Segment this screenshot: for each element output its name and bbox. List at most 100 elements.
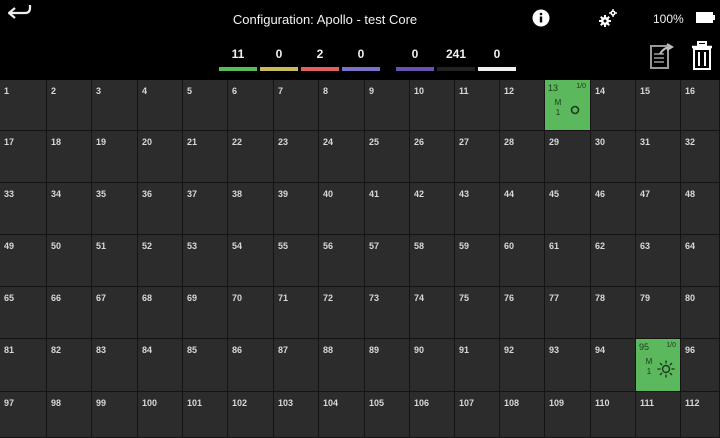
channel-cell[interactable]: 110	[591, 392, 636, 438]
channel-cell[interactable]: 80	[681, 287, 720, 339]
channel-cell[interactable]: 47	[636, 183, 681, 235]
channel-cell[interactable]: 100	[138, 392, 183, 438]
channel-cell[interactable]: 3	[92, 80, 138, 131]
channel-cell[interactable]: 59	[455, 235, 500, 287]
channel-cell[interactable]: 103	[274, 392, 319, 438]
channel-cell[interactable]: 112	[681, 392, 720, 438]
channel-cell[interactable]: 42	[410, 183, 455, 235]
channel-cell[interactable]: 18	[47, 131, 92, 183]
channel-cell[interactable]: 40	[319, 183, 365, 235]
channel-cell[interactable]: 68	[138, 287, 183, 339]
channel-cell[interactable]: 57	[365, 235, 410, 287]
channel-cell[interactable]: 60	[500, 235, 545, 287]
channel-cell[interactable]: 52	[138, 235, 183, 287]
channel-cell[interactable]: 1	[0, 80, 47, 131]
channel-cell[interactable]: 25	[365, 131, 410, 183]
channel-cell[interactable]: 19	[92, 131, 138, 183]
channel-cell[interactable]: 62	[591, 235, 636, 287]
channel-cell[interactable]: 2	[47, 80, 92, 131]
channel-cell[interactable]: 5	[183, 80, 228, 131]
channel-cell[interactable]: 96	[681, 339, 720, 392]
channel-cell[interactable]: 109	[545, 392, 591, 438]
channel-cell[interactable]: 33	[0, 183, 47, 235]
channel-cell[interactable]: 21	[183, 131, 228, 183]
channel-cell[interactable]: 76	[500, 287, 545, 339]
channel-cell[interactable]: 10	[410, 80, 455, 131]
channel-cell[interactable]: 27	[455, 131, 500, 183]
channel-cell[interactable]: 8	[319, 80, 365, 131]
channel-cell[interactable]: 23	[274, 131, 319, 183]
channel-cell[interactable]: 85	[183, 339, 228, 392]
channel-cell[interactable]: 71	[274, 287, 319, 339]
channel-cell[interactable]: 28	[500, 131, 545, 183]
channel-cell[interactable]: 26	[410, 131, 455, 183]
channel-cell[interactable]: 78	[591, 287, 636, 339]
channel-cell[interactable]: 105	[365, 392, 410, 438]
channel-cell[interactable]: 39	[274, 183, 319, 235]
channel-cell[interactable]: 93	[545, 339, 591, 392]
channel-cell[interactable]: 22	[228, 131, 274, 183]
channel-cell[interactable]: 31	[636, 131, 681, 183]
channel-cell[interactable]: 84	[138, 339, 183, 392]
channel-cell[interactable]: 13 1/0 M 1	[545, 80, 591, 131]
channel-cell[interactable]: 24	[319, 131, 365, 183]
channel-cell[interactable]: 9	[365, 80, 410, 131]
channel-cell[interactable]: 107	[455, 392, 500, 438]
channel-cell[interactable]: 104	[319, 392, 365, 438]
channel-cell[interactable]: 70	[228, 287, 274, 339]
channel-cell[interactable]: 17	[0, 131, 47, 183]
channel-cell[interactable]: 36	[138, 183, 183, 235]
export-button[interactable]	[649, 42, 675, 72]
channel-cell[interactable]: 50	[47, 235, 92, 287]
channel-cell[interactable]: 79	[636, 287, 681, 339]
channel-cell[interactable]: 64	[681, 235, 720, 287]
channel-cell[interactable]: 61	[545, 235, 591, 287]
channel-cell[interactable]: 11	[455, 80, 500, 131]
channel-cell[interactable]: 56	[319, 235, 365, 287]
channel-cell[interactable]: 83	[92, 339, 138, 392]
channel-cell[interactable]: 43	[455, 183, 500, 235]
channel-cell[interactable]: 65	[0, 287, 47, 339]
channel-cell[interactable]: 51	[92, 235, 138, 287]
channel-cell[interactable]: 91	[455, 339, 500, 392]
channel-cell[interactable]: 74	[410, 287, 455, 339]
channel-cell[interactable]: 53	[183, 235, 228, 287]
channel-cell[interactable]: 98	[47, 392, 92, 438]
channel-cell[interactable]: 44	[500, 183, 545, 235]
channel-cell[interactable]: 86	[228, 339, 274, 392]
channel-cell[interactable]: 95 1/0 M 1	[636, 339, 681, 392]
channel-cell[interactable]: 58	[410, 235, 455, 287]
channel-cell[interactable]: 63	[636, 235, 681, 287]
channel-cell[interactable]: 41	[365, 183, 410, 235]
channel-cell[interactable]: 16	[681, 80, 720, 131]
channel-cell[interactable]: 99	[92, 392, 138, 438]
channel-cell[interactable]: 75	[455, 287, 500, 339]
channel-cell[interactable]: 94	[591, 339, 636, 392]
channel-cell[interactable]: 73	[365, 287, 410, 339]
channel-cell[interactable]: 30	[591, 131, 636, 183]
channel-cell[interactable]: 67	[92, 287, 138, 339]
channel-cell[interactable]: 101	[183, 392, 228, 438]
channel-cell[interactable]: 35	[92, 183, 138, 235]
channel-cell[interactable]: 38	[228, 183, 274, 235]
channel-cell[interactable]: 20	[138, 131, 183, 183]
channel-cell[interactable]: 37	[183, 183, 228, 235]
channel-cell[interactable]: 72	[319, 287, 365, 339]
channel-cell[interactable]: 32	[681, 131, 720, 183]
channel-cell[interactable]: 108	[500, 392, 545, 438]
channel-cell[interactable]: 45	[545, 183, 591, 235]
channel-cell[interactable]: 87	[274, 339, 319, 392]
channel-cell[interactable]: 46	[591, 183, 636, 235]
channel-cell[interactable]: 106	[410, 392, 455, 438]
channel-cell[interactable]: 29	[545, 131, 591, 183]
channel-cell[interactable]: 48	[681, 183, 720, 235]
channel-cell[interactable]: 82	[47, 339, 92, 392]
channel-cell[interactable]: 102	[228, 392, 274, 438]
channel-cell[interactable]: 34	[47, 183, 92, 235]
channel-cell[interactable]: 90	[410, 339, 455, 392]
channel-cell[interactable]: 81	[0, 339, 47, 392]
channel-cell[interactable]: 6	[228, 80, 274, 131]
channel-cell[interactable]: 89	[365, 339, 410, 392]
channel-cell[interactable]: 4	[138, 80, 183, 131]
channel-cell[interactable]: 15	[636, 80, 681, 131]
